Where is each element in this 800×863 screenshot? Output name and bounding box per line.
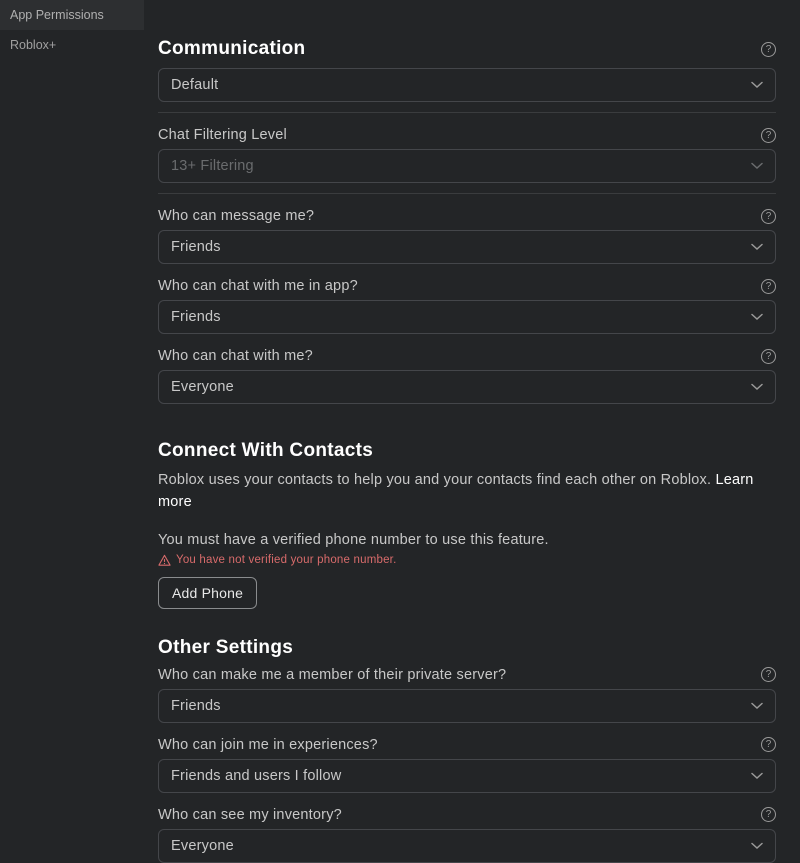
verify-phone-text: You must have a verified phone number to… bbox=[158, 532, 776, 548]
select-value: Friends bbox=[171, 698, 221, 714]
who-chat-app-select[interactable]: Friends bbox=[158, 300, 776, 334]
select-value: Everyone bbox=[171, 838, 234, 854]
see-inventory-select[interactable]: Everyone bbox=[158, 829, 776, 863]
main-content: Communication ? Default Chat Filtering L… bbox=[144, 0, 800, 772]
chevron-down-icon bbox=[751, 383, 763, 391]
who-chat-app-label: Who can chat with me in app? bbox=[158, 278, 358, 294]
chevron-down-icon bbox=[751, 313, 763, 321]
chat-filtering-select: 13+ Filtering bbox=[158, 149, 776, 183]
help-icon[interactable]: ? bbox=[761, 737, 776, 752]
chevron-down-icon bbox=[751, 162, 763, 170]
chevron-down-icon bbox=[751, 81, 763, 89]
select-value: Default bbox=[171, 77, 218, 93]
help-icon[interactable]: ? bbox=[761, 279, 776, 294]
chat-filtering-label: Chat Filtering Level bbox=[158, 127, 287, 143]
help-icon[interactable]: ? bbox=[761, 667, 776, 682]
who-chat-label: Who can chat with me? bbox=[158, 348, 313, 364]
help-icon[interactable]: ? bbox=[761, 807, 776, 822]
chevron-down-icon bbox=[751, 842, 763, 850]
contacts-desc-text: Roblox uses your contacts to help you an… bbox=[158, 472, 715, 488]
select-value: Friends and users I follow bbox=[171, 768, 341, 784]
select-value: 13+ Filtering bbox=[171, 158, 254, 174]
communication-default-select[interactable]: Default bbox=[158, 68, 776, 102]
help-icon[interactable]: ? bbox=[761, 209, 776, 224]
sidebar: App Permissions Roblox+ bbox=[0, 0, 144, 772]
select-value: Friends bbox=[171, 309, 221, 325]
contacts-title: Connect With Contacts bbox=[158, 440, 373, 462]
join-experiences-select[interactable]: Friends and users I follow bbox=[158, 759, 776, 793]
chevron-down-icon bbox=[751, 772, 763, 780]
see-inventory-label: Who can see my inventory? bbox=[158, 807, 342, 823]
help-icon[interactable]: ? bbox=[761, 349, 776, 364]
other-settings-title: Other Settings bbox=[158, 637, 293, 659]
help-icon[interactable]: ? bbox=[761, 42, 776, 57]
private-server-label: Who can make me a member of their privat… bbox=[158, 667, 506, 683]
sidebar-tab-roblox-plus[interactable]: Roblox+ bbox=[0, 30, 144, 60]
who-chat-select[interactable]: Everyone bbox=[158, 370, 776, 404]
chevron-down-icon bbox=[751, 702, 763, 710]
sidebar-tab-app-permissions[interactable]: App Permissions bbox=[0, 0, 144, 30]
add-phone-button[interactable]: Add Phone bbox=[158, 577, 257, 609]
who-message-select[interactable]: Friends bbox=[158, 230, 776, 264]
select-value: Friends bbox=[171, 239, 221, 255]
divider bbox=[158, 193, 776, 194]
contacts-description: Roblox uses your contacts to help you an… bbox=[158, 470, 776, 514]
divider bbox=[158, 112, 776, 113]
select-value: Everyone bbox=[171, 379, 234, 395]
communication-title: Communication bbox=[158, 38, 305, 60]
chevron-down-icon bbox=[751, 243, 763, 251]
help-icon[interactable]: ? bbox=[761, 128, 776, 143]
warning-text: You have not verified your phone number. bbox=[176, 554, 396, 566]
join-experiences-label: Who can join me in experiences? bbox=[158, 737, 378, 753]
who-message-label: Who can message me? bbox=[158, 208, 314, 224]
private-server-select[interactable]: Friends bbox=[158, 689, 776, 723]
warning-icon bbox=[158, 554, 171, 567]
